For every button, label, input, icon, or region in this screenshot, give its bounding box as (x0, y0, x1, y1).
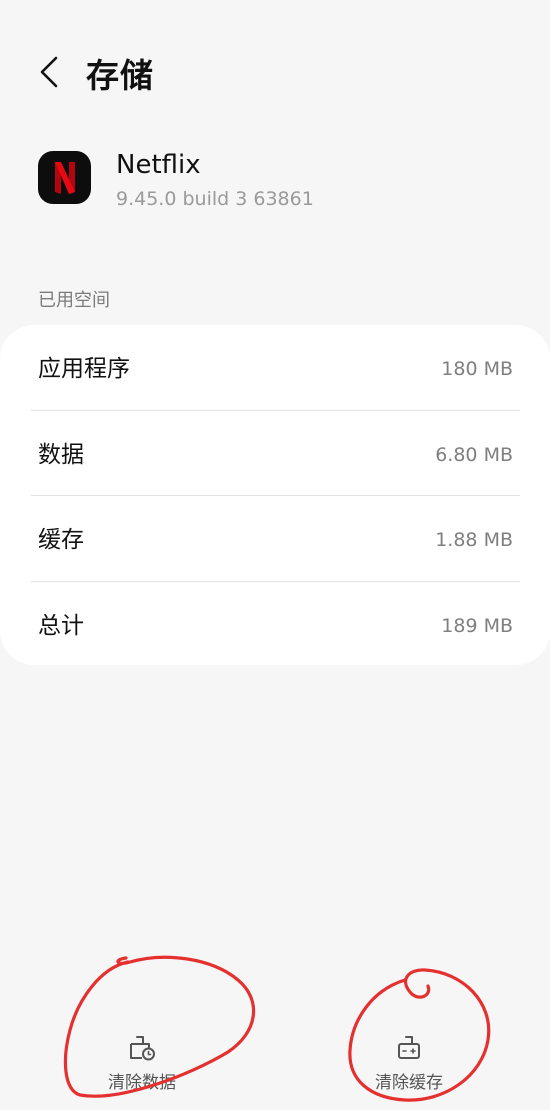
storage-row-value: 189 MB (441, 615, 513, 637)
storage-row-label: 应用程序 (38, 356, 130, 382)
storage-row-value: 1.88 MB (435, 529, 513, 551)
storage-row-value: 180 MB (441, 358, 513, 380)
storage-row-data: 数据 6.80 MB (0, 413, 550, 498)
clear-cache-label: 清除缓存 (375, 1073, 443, 1093)
storage-screen: 存储 Netflix 9.45.0 build 3 63861 已用空间 应用程… (0, 0, 550, 1110)
storage-row-label: 数据 (38, 442, 84, 468)
netflix-app-icon (38, 151, 91, 204)
clear-data-button[interactable]: 清除数据 (57, 1026, 227, 1102)
divider (31, 495, 520, 496)
divider (31, 581, 520, 582)
storage-row-app: 应用程序 180 MB (0, 327, 550, 412)
clear-cache-button[interactable]: 清除缓存 (324, 1026, 494, 1102)
broom-clear-cache-icon (394, 1034, 424, 1062)
storage-row-label: 缓存 (38, 527, 84, 553)
app-version: 9.45.0 build 3 63861 (116, 188, 314, 210)
used-space-label: 已用空间 (38, 290, 110, 311)
storage-row-value: 6.80 MB (435, 444, 513, 466)
app-name: Netflix (116, 150, 201, 180)
back-button[interactable] (28, 52, 70, 96)
chevron-left-icon (38, 55, 60, 93)
broom-clear-data-icon (127, 1034, 157, 1062)
storage-row-total: 总计 189 MB (0, 584, 550, 669)
clear-data-label: 清除数据 (108, 1073, 176, 1093)
page-title: 存储 (86, 56, 154, 95)
storage-row-cache: 缓存 1.88 MB (0, 498, 550, 583)
divider (31, 410, 520, 411)
storage-row-label: 总计 (38, 613, 84, 639)
storage-card: 应用程序 180 MB 数据 6.80 MB 缓存 1.88 MB 总计 189… (0, 325, 550, 665)
